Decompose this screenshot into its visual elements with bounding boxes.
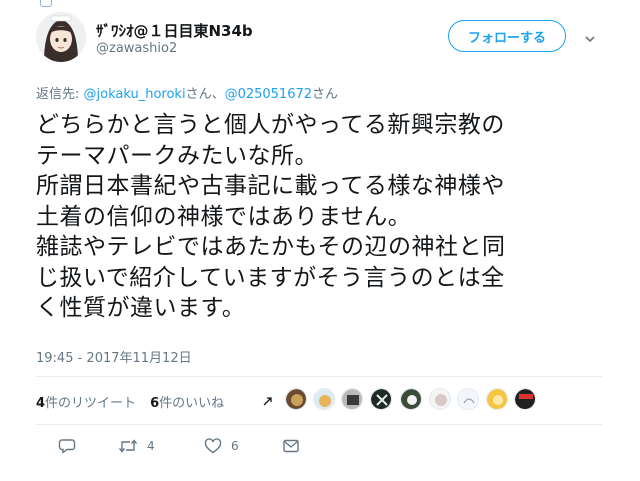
retweet-count: 4 xyxy=(36,396,46,411)
mention-link[interactable]: @025051672 xyxy=(225,87,312,102)
scroll-indicator xyxy=(40,0,52,7)
liker-avatar[interactable] xyxy=(313,388,335,410)
avatar[interactable] xyxy=(36,12,86,62)
like-action-count: 6 xyxy=(231,439,239,453)
reply-button[interactable] xyxy=(58,437,76,455)
reply-suffix: さん xyxy=(312,87,339,102)
chevron-down-icon[interactable] xyxy=(584,30,596,43)
arrow-icon xyxy=(262,393,274,407)
tweet-line: 土着の信仰の神様ではありません。 xyxy=(36,203,412,230)
tweet-line: テーマパークみたいな所。 xyxy=(36,142,318,169)
display-name[interactable]: ｻﾞﾜｼｵ@１日目東N34b xyxy=(96,20,253,41)
liker-avatar[interactable] xyxy=(429,388,451,410)
retweet-stat-label: 件のリツイート xyxy=(45,396,137,411)
tweet-actions: 4 6 xyxy=(36,437,436,459)
reply-icon xyxy=(58,439,76,454)
tweet-header: ｻﾞﾜｼｵ@１日目東N34b @zawashio2 フォローする xyxy=(36,12,616,64)
follow-button[interactable]: フォローする xyxy=(448,20,566,52)
liker-avatar[interactable] xyxy=(285,388,307,410)
retweet-stat[interactable]: 4件のリツイート xyxy=(36,396,136,411)
retweet-action-count: 4 xyxy=(147,439,155,453)
reply-separator: さん、 xyxy=(185,87,225,102)
tweet-text: どちらかと言うと個人がやってる新興宗教の テーマパークみたいな所。 所謂日本書紀… xyxy=(36,110,616,324)
mention-link[interactable]: @jokaku_horoki xyxy=(84,87,186,102)
tweet-line: 所謂日本書紀や古事記に載ってる様な神様や xyxy=(36,173,505,199)
liker-avatar[interactable] xyxy=(341,388,363,410)
envelope-icon xyxy=(283,439,299,453)
direct-message-button[interactable] xyxy=(282,437,300,455)
tweet-line: じ扱いで紹介していますがそう言うのとは全 xyxy=(36,264,505,291)
reply-context: 返信先: @jokaku_horokiさん、@025051672さん xyxy=(36,83,338,102)
retweet-button[interactable]: 4 xyxy=(118,437,155,455)
tweet-line: どちらかと言うと個人がやってる新興宗教の xyxy=(36,112,505,138)
like-stat[interactable]: 6件のいいね xyxy=(150,396,224,411)
liker-avatar[interactable] xyxy=(370,388,392,410)
tweet-timestamp[interactable]: 19:45 - 2017年11月12日 xyxy=(36,347,192,366)
divider xyxy=(36,376,602,377)
tweet-line: く性質が違います。 xyxy=(36,295,246,321)
tweet-stats: 4件のリツイート 6件のいいね xyxy=(36,392,224,411)
liker-avatar[interactable] xyxy=(514,388,536,410)
retweet-icon xyxy=(118,439,138,453)
liker-avatar[interactable] xyxy=(457,388,479,410)
user-handle[interactable]: @zawashio2 xyxy=(96,41,177,56)
tweet-line: 雑誌やテレビではあたかもその辺の神社と同 xyxy=(36,234,506,260)
divider xyxy=(36,424,602,425)
liker-avatar[interactable] xyxy=(400,388,422,410)
like-button[interactable]: 6 xyxy=(204,437,239,455)
like-stat-label: 件のいいね xyxy=(159,396,225,411)
liker-avatar[interactable] xyxy=(486,388,508,410)
heart-icon xyxy=(204,438,222,454)
reply-prefix: 返信先: xyxy=(36,87,84,102)
like-count: 6 xyxy=(150,396,160,411)
